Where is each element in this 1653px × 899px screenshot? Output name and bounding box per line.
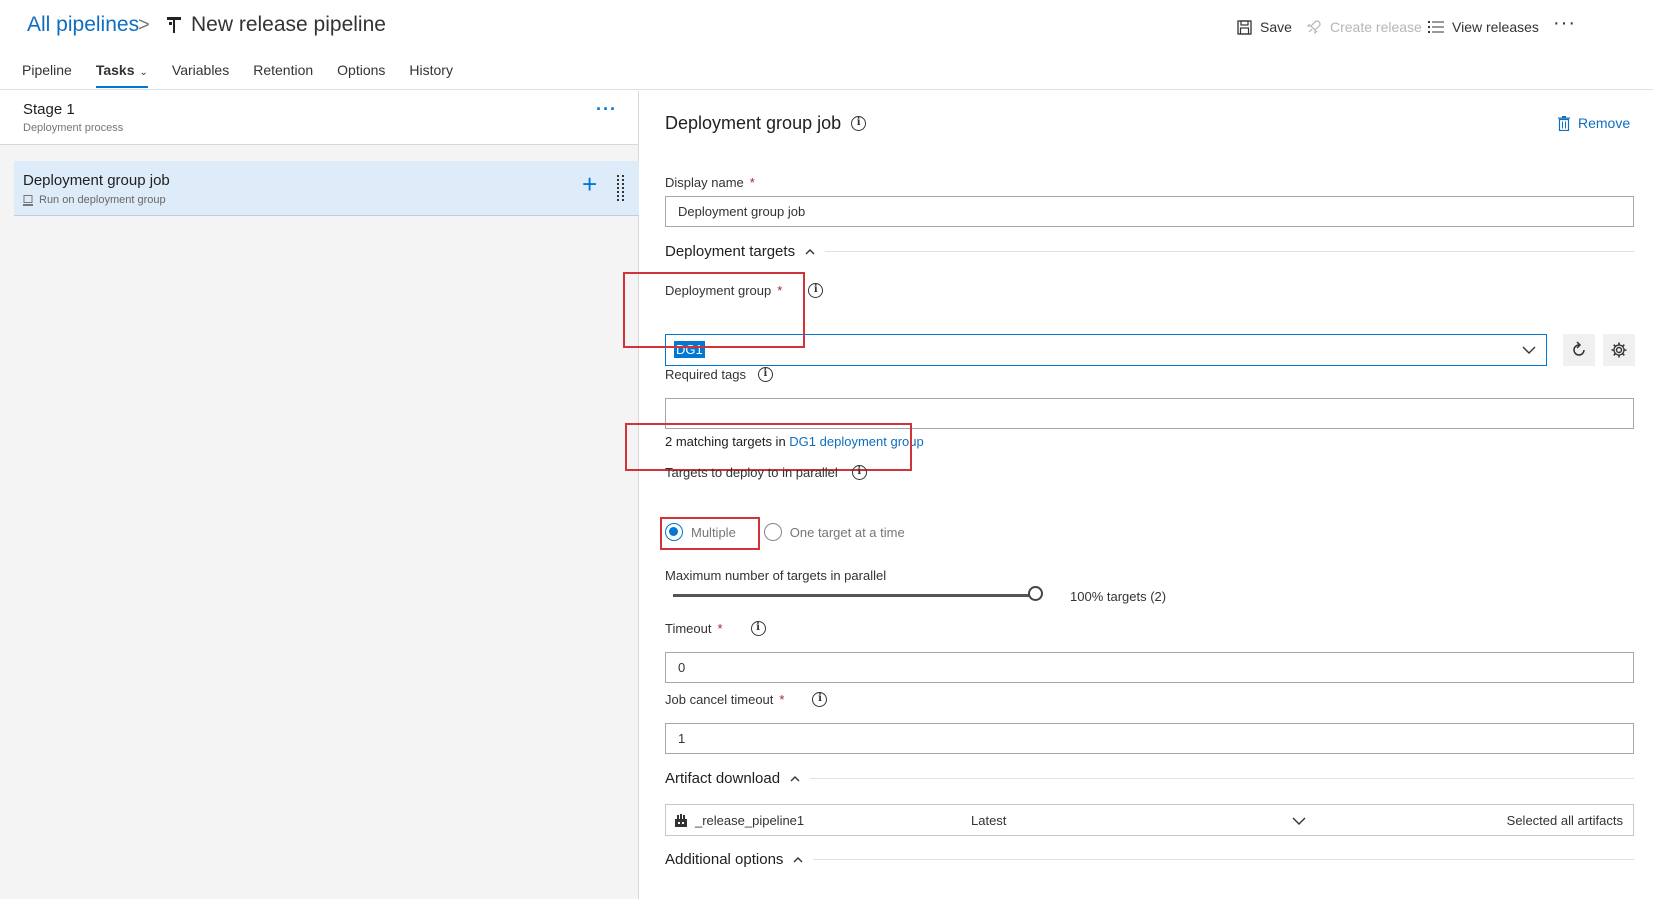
- radio-one-label: One target at a time: [789, 524, 905, 540]
- deployment-targets-title: Deployment targets: [665, 243, 796, 260]
- save-icon: [1237, 19, 1252, 35]
- stage-more-button[interactable]: ···: [596, 99, 617, 120]
- page-title: New release pipeline: [191, 13, 386, 36]
- stages-pane: Stage 1 Deployment process ··· Deploymen…: [0, 91, 639, 899]
- chevron-up-icon: [793, 856, 803, 862]
- tab-retention[interactable]: Retention: [253, 62, 313, 86]
- remove-button[interactable]: Remove: [1558, 115, 1630, 131]
- chevron-up-icon: [790, 775, 800, 781]
- job-subtitle-row: Run on deployment group: [23, 194, 166, 206]
- deployment-targets-section[interactable]: Deployment targets: [665, 243, 1634, 260]
- tab-tasks-label: Tasks: [95, 62, 135, 78]
- trash-icon: [1558, 115, 1570, 131]
- artifact-row[interactable]: _release_pipeline1 Latest Selected all a…: [665, 804, 1634, 836]
- add-task-button[interactable]: +: [582, 171, 597, 197]
- additional-options-section[interactable]: Additional options: [665, 851, 1634, 868]
- artifact-name: _release_pipeline1: [695, 813, 805, 828]
- radio-one-at-a-time[interactable]: One target at a time: [763, 523, 905, 541]
- view-releases-button[interactable]: View releases: [1428, 19, 1539, 35]
- job-properties-pane: Deployment group job i Remove Display na…: [623, 91, 1653, 899]
- panel-title: Deployment group job: [665, 113, 842, 133]
- parallel-label-text: Targets to deploy to in parallel: [665, 465, 838, 480]
- parallel-label: Targets to deploy to in parallel i: [665, 465, 867, 480]
- max-parallel-value: 100% targets (2): [1070, 589, 1167, 604]
- breadcrumb-all-pipelines[interactable]: All pipelines: [27, 13, 139, 37]
- stage-name: Stage 1: [23, 101, 75, 118]
- max-parallel-slider-thumb[interactable]: [1028, 586, 1043, 601]
- job-list-item[interactable]: Deployment group job Run on deployment g…: [14, 161, 639, 216]
- tab-history[interactable]: History: [409, 62, 453, 86]
- display-name-label: Display name *: [665, 175, 755, 190]
- info-icon[interactable]: i: [851, 116, 867, 131]
- refresh-button[interactable]: [1563, 334, 1595, 366]
- server-icon: [23, 194, 33, 206]
- job-subtitle: Run on deployment group: [39, 194, 166, 206]
- timeout-label: Timeout * i: [665, 621, 766, 636]
- drag-handle-icon[interactable]: [617, 175, 625, 203]
- radio-unselected-icon: [763, 523, 782, 541]
- required-tags-label-text: Required tags: [665, 367, 746, 382]
- max-parallel-label: Maximum number of targets in parallel: [665, 568, 886, 583]
- info-icon[interactable]: i: [808, 283, 824, 298]
- stage-subtitle: Deployment process: [23, 122, 124, 134]
- highlight-box-deployment-group: [623, 272, 805, 348]
- remove-label: Remove: [1578, 115, 1631, 131]
- job-cancel-timeout-label-text: Job cancel timeout: [665, 692, 774, 707]
- chevron-up-icon: [805, 248, 815, 254]
- create-release-label: Create release: [1330, 19, 1422, 35]
- display-name-input[interactable]: Deployment group job: [665, 196, 1634, 227]
- more-actions-button[interactable]: ···: [1553, 12, 1576, 35]
- top-header: All pipelines > New release pipeline Sav…: [0, 0, 1653, 90]
- panel-title-row: Deployment group job i: [665, 113, 867, 134]
- manage-button[interactable]: [1603, 334, 1635, 366]
- info-icon[interactable]: i: [750, 621, 766, 636]
- required-mark: *: [779, 692, 785, 707]
- job-name: Deployment group job: [23, 172, 170, 189]
- breadcrumb-separator: >: [138, 14, 150, 36]
- display-name-label-text: Display name: [665, 175, 744, 190]
- tab-tasks[interactable]: Tasks ⌄: [95, 62, 148, 88]
- highlight-box-matching-targets: [625, 423, 912, 471]
- chevron-down-icon[interactable]: [1292, 816, 1306, 826]
- job-cancel-timeout-label: Job cancel timeout * i: [665, 692, 828, 707]
- build-artifact-icon: [675, 814, 687, 827]
- required-mark: *: [749, 175, 755, 190]
- save-label: Save: [1260, 19, 1292, 35]
- artifact-selection: Selected all artifacts: [1506, 813, 1623, 828]
- pipeline-icon: [167, 17, 181, 33]
- info-icon[interactable]: i: [757, 367, 773, 382]
- refresh-icon: [1573, 341, 1585, 356]
- timeout-label-text: Timeout: [665, 621, 712, 636]
- section-divider: [810, 778, 1634, 779]
- list-icon: [1428, 21, 1444, 33]
- view-releases-label: View releases: [1452, 19, 1539, 35]
- create-release-button[interactable]: Create release: [1306, 19, 1422, 35]
- required-mark: *: [717, 621, 723, 636]
- highlight-box-multiple: [660, 517, 760, 550]
- rocket-icon: [1306, 20, 1321, 35]
- info-icon[interactable]: i: [812, 692, 828, 707]
- artifact-version: Latest: [971, 813, 1007, 828]
- chevron-down-icon: ⌄: [139, 67, 148, 78]
- tab-bar: Pipeline Tasks ⌄ Variables Retention Opti…: [22, 62, 453, 88]
- info-icon[interactable]: i: [851, 465, 867, 480]
- tab-variables[interactable]: Variables: [172, 62, 229, 86]
- required-tags-label: Required tags i: [665, 367, 773, 382]
- chevron-down-icon: [1522, 346, 1536, 354]
- max-parallel-slider-track[interactable]: [673, 594, 1037, 597]
- tab-pipeline[interactable]: Pipeline: [22, 62, 72, 86]
- tab-options[interactable]: Options: [337, 62, 385, 86]
- save-button[interactable]: Save: [1237, 19, 1292, 35]
- max-parallel-label-text: Maximum number of targets in parallel: [665, 568, 887, 583]
- job-cancel-timeout-input[interactable]: 1: [665, 723, 1634, 754]
- section-divider: [825, 251, 1634, 252]
- timeout-input[interactable]: 0: [665, 652, 1634, 683]
- gear-icon: [1611, 342, 1627, 358]
- stage-header[interactable]: Stage 1 Deployment process ···: [0, 91, 638, 145]
- additional-options-title: Additional options: [665, 851, 784, 868]
- section-divider: [813, 859, 1634, 860]
- artifact-download-section[interactable]: Artifact download: [665, 770, 1634, 787]
- artifact-download-title: Artifact download: [665, 770, 781, 787]
